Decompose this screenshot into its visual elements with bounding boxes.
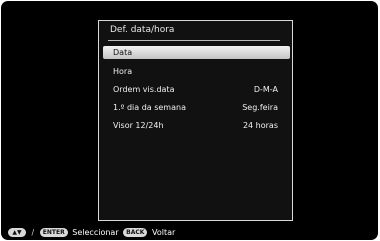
guide-separator: / bbox=[31, 228, 35, 237]
menu-item-label: Ordem vis.data bbox=[113, 85, 175, 94]
menu-item-value: D-M-A bbox=[253, 85, 278, 94]
menu-item-clock-format[interactable]: Visor 12/24h 24 horas bbox=[103, 119, 290, 132]
back-action-label: Voltar bbox=[151, 228, 176, 237]
menu-item-hora[interactable]: Hora bbox=[103, 65, 290, 78]
panel-title: Def. data/hora bbox=[110, 25, 175, 35]
title-divider bbox=[108, 40, 280, 41]
menu-item-first-weekday[interactable]: 1.º dia da semana Seg.feira bbox=[103, 101, 290, 114]
date-time-settings-panel: Def. data/hora Data Hora Ordem vis.data … bbox=[98, 20, 293, 221]
menu-item-label: Data bbox=[113, 48, 133, 57]
menu-item-label: 1.º dia da semana bbox=[113, 103, 186, 112]
up-down-arrows-icon: ▲▼ bbox=[8, 228, 26, 237]
enter-key-icon: ENTER bbox=[39, 228, 68, 237]
button-guide: ▲▼ / ENTER Seleccionar BACK Voltar bbox=[8, 227, 177, 238]
menu-item-data[interactable]: Data bbox=[103, 46, 290, 59]
menu-item-label: Hora bbox=[113, 67, 133, 76]
back-key-icon: BACK bbox=[123, 228, 148, 237]
enter-action-label: Seleccionar bbox=[72, 228, 119, 237]
menu-item-value: 24 horas bbox=[242, 121, 278, 130]
menu-item-date-order[interactable]: Ordem vis.data D-M-A bbox=[103, 83, 290, 96]
menu-item-value: Seg.feira bbox=[242, 103, 278, 112]
menu-item-label: Visor 12/24h bbox=[113, 121, 164, 130]
tv-screen: Def. data/hora Data Hora Ordem vis.data … bbox=[1, 1, 378, 240]
